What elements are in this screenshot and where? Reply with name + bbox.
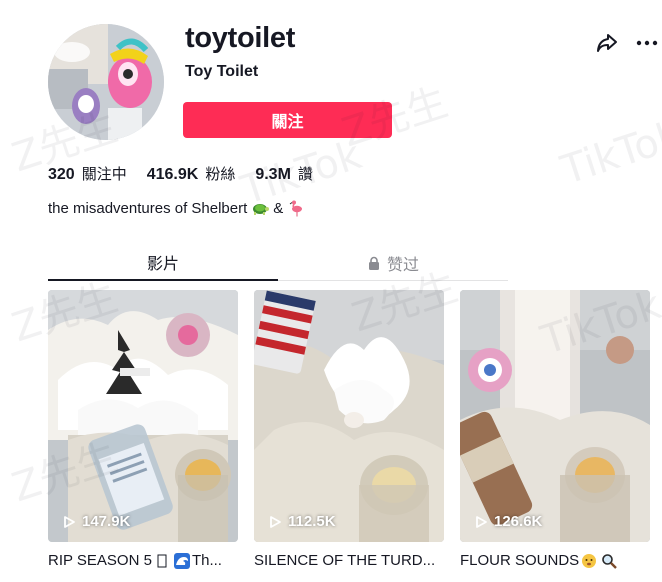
profile-stats: 320 關注中 416.9K 粉絲 9.3M 讚 — [48, 163, 333, 184]
stat-label: 粉絲 — [205, 165, 236, 183]
video-card[interactable]: 126.6K FLOUR SOUNDS — [460, 290, 650, 569]
caption-text: Th... — [191, 552, 222, 569]
bio: the misadventures of Shelbert & — [48, 199, 309, 217]
wave-emoji-icon — [173, 552, 190, 569]
video-thumbnail[interactable]: 126.6K — [460, 290, 650, 542]
view-count-value: 112.5K — [288, 513, 336, 530]
video-card[interactable]: 112.5K SILENCE OF THE TURD... — [254, 290, 444, 569]
follow-button[interactable]: 關注 — [183, 102, 392, 138]
missing-glyph-icon — [157, 554, 167, 567]
video-caption[interactable]: SILENCE OF THE TURD... — [254, 552, 444, 569]
bio-text: & — [273, 199, 284, 217]
video-thumbnail-image — [48, 290, 238, 542]
view-count-value: 147.9K — [82, 513, 131, 530]
avatar[interactable] — [48, 24, 164, 140]
view-count-value: 126.6K — [494, 513, 543, 530]
likes-count: 9.3M 讚 — [255, 163, 313, 184]
stat-value: 9.3M — [255, 166, 291, 183]
video-caption[interactable]: RIP SEASON 5 Th... — [48, 552, 238, 569]
lock-icon — [368, 256, 379, 270]
share-icon[interactable] — [594, 30, 620, 56]
followers-count[interactable]: 416.9K 粉絲 — [147, 163, 236, 184]
tab-videos[interactable]: 影片 — [48, 245, 278, 281]
toy-character-avatar — [48, 24, 164, 140]
stat-label: 讚 — [297, 165, 313, 183]
play-icon — [476, 515, 487, 528]
watermark: TikTok — [555, 112, 662, 194]
stat-label: 關注中 — [81, 165, 127, 183]
stat-value: 320 — [48, 166, 75, 183]
play-icon — [270, 515, 281, 528]
video-thumbnail-image — [460, 290, 650, 542]
more-options-icon[interactable] — [634, 30, 660, 56]
video-thumbnail[interactable]: 112.5K — [254, 290, 444, 542]
bio-text: the misadventures of Shelbert — [48, 199, 248, 217]
stat-value: 416.9K — [146, 166, 199, 183]
face-emoji-icon — [582, 553, 597, 568]
view-count: 112.5K — [268, 513, 336, 530]
following-count[interactable]: 320 關注中 — [48, 163, 127, 184]
nickname: Toy Toilet — [185, 63, 259, 80]
tab-label: 影片 — [146, 254, 179, 273]
video-card[interactable]: 147.9K RIP SEASON 5 Th... — [48, 290, 238, 569]
flamingo-emoji-icon — [289, 200, 303, 217]
caption-text: SILENCE OF THE TURD... — [254, 552, 436, 569]
tab-liked[interactable]: 赞过 — [278, 245, 508, 280]
video-thumbnail-image — [254, 290, 444, 542]
profile-tabs: 影片 赞过 — [48, 245, 508, 281]
view-count: 126.6K — [474, 513, 542, 530]
video-caption[interactable]: FLOUR SOUNDS — [460, 552, 650, 569]
magnifier-emoji-icon — [602, 553, 618, 569]
view-count: 147.9K — [62, 513, 130, 530]
video-thumbnail[interactable]: 147.9K — [48, 290, 238, 542]
video-grid: 147.9K RIP SEASON 5 Th... 112.5K SILENCE… — [48, 290, 650, 569]
turtle-emoji-icon — [253, 204, 270, 215]
caption-text: FLOUR SOUNDS — [460, 552, 580, 569]
tab-label: 赞过 — [386, 254, 419, 274]
username: toytoilet — [185, 22, 296, 54]
play-icon — [64, 515, 75, 528]
caption-text: RIP SEASON 5 — [48, 552, 152, 569]
